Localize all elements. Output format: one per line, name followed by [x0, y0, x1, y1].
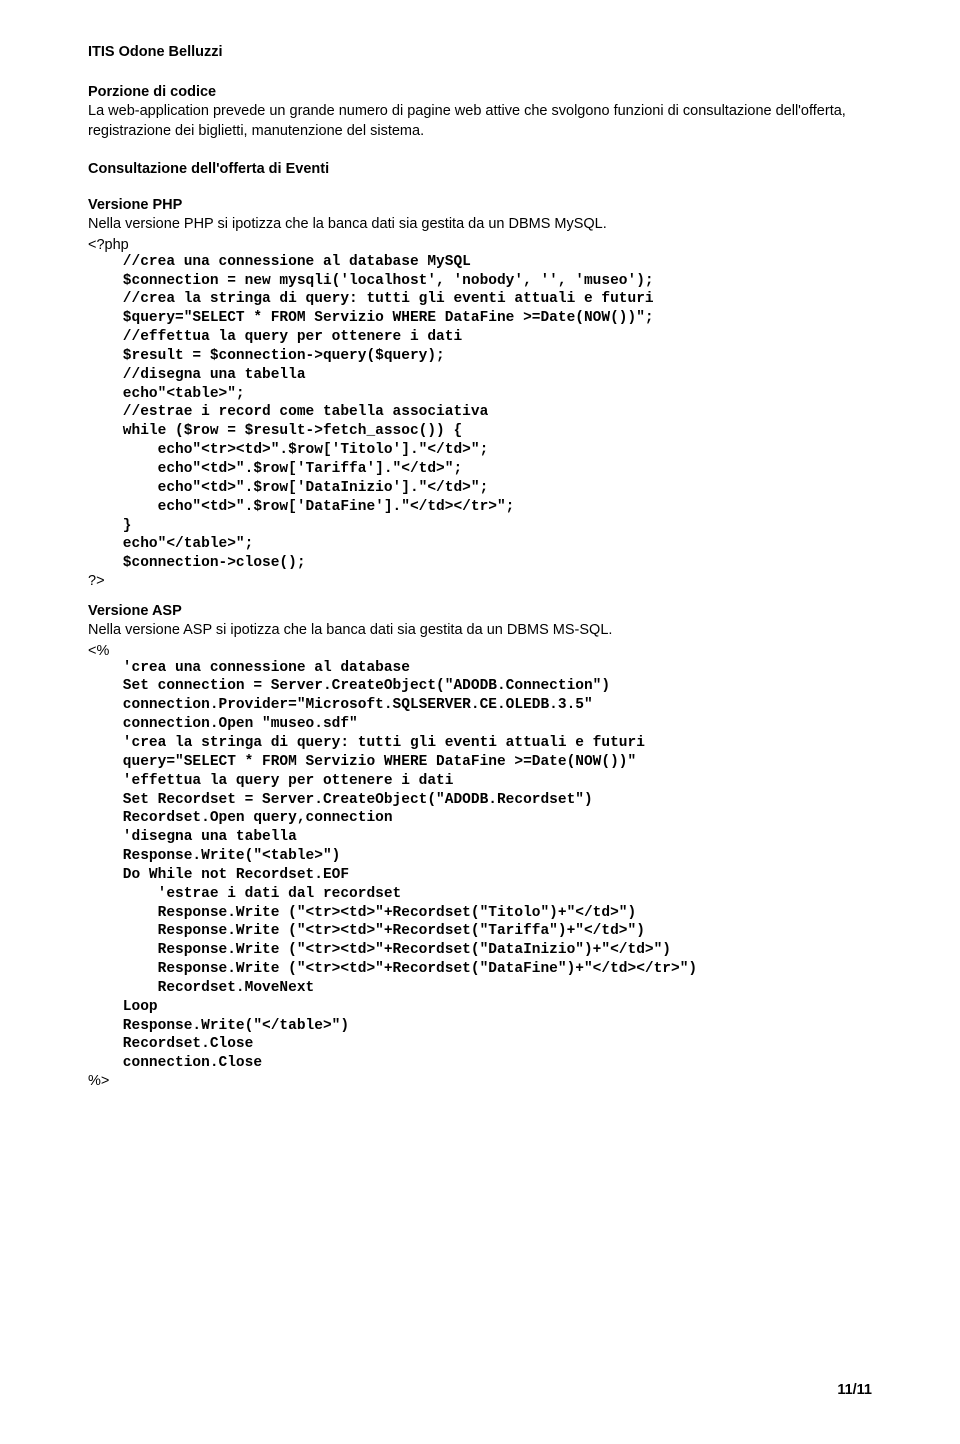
asp-close-tag: %> [88, 1073, 872, 1089]
asp-code: 'crea una connessione al database Set co… [88, 659, 872, 1074]
php-code-block: <?php //crea una connessione al database… [88, 237, 872, 589]
php-open-tag: <?php [88, 237, 872, 253]
header-title: ITIS Odone Belluzzi [88, 44, 872, 60]
section2-title: Consultazione dell'offerta di Eventi [88, 161, 872, 177]
php-version-desc: Nella versione PHP si ipotizza che la ba… [88, 215, 872, 235]
asp-code-block: <% 'crea una connessione al database Set… [88, 643, 872, 1090]
asp-version-desc: Nella versione ASP si ipotizza che la ba… [88, 621, 872, 641]
section1-title: Porzione di codice [88, 84, 872, 100]
php-version-title: Versione PHP [88, 197, 872, 213]
asp-version-title: Versione ASP [88, 603, 872, 619]
php-close-tag: ?> [88, 573, 872, 589]
asp-open-tag: <% [88, 643, 872, 659]
section1-paragraph: La web-application prevede un grande num… [88, 102, 872, 141]
page-number: 11/11 [837, 1382, 872, 1398]
document-page: ITIS Odone Belluzzi Porzione di codice L… [0, 0, 960, 1444]
php-code: //crea una connessione al database MySQL… [88, 253, 872, 573]
